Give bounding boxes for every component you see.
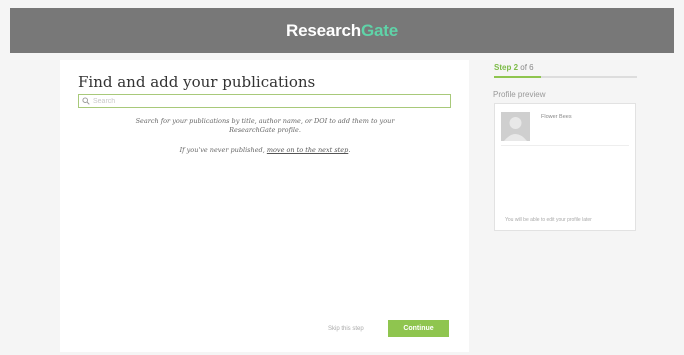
card-divider (501, 145, 629, 146)
help-line-2: ResearchGate profile. (229, 126, 301, 134)
profile-name: Flower Bees (541, 114, 572, 120)
step-label: Step (494, 63, 512, 72)
avatar (501, 112, 530, 141)
profile-preview-card: Flower Bees You will be able to edit you… (494, 103, 636, 231)
step-progress-fill (494, 76, 542, 78)
default-avatar-icon (501, 112, 530, 141)
step-progress-bar (494, 76, 637, 78)
search-icon (82, 97, 90, 105)
never-published-suffix: . (348, 146, 351, 154)
edit-later-note: You will be able to edit your profile la… (505, 217, 592, 223)
skip-step-link[interactable]: Skip this step (328, 326, 364, 332)
logo-text-research: Research (286, 20, 361, 40)
next-step-link[interactable]: move on to the next step (267, 146, 348, 154)
logo-text-gate: Gate (360, 20, 398, 40)
publications-panel: Find and add your publications Search fo… (60, 60, 469, 352)
never-published-prefix: If you've never published, (179, 146, 267, 154)
search-input[interactable] (90, 96, 433, 106)
step-current: 2 (513, 63, 519, 72)
search-field[interactable] (78, 94, 451, 108)
researchgate-logo[interactable]: ResearchGate (286, 21, 398, 41)
step-indicator: Step 2 of 6 (494, 63, 534, 72)
search-help-text: Search for your publications by title, a… (100, 117, 430, 135)
profile-preview-label: Profile preview (493, 90, 546, 99)
never-published-text: If you've never published, move on to th… (100, 146, 430, 154)
continue-button[interactable]: Continue (388, 320, 449, 337)
top-bar: ResearchGate (10, 8, 674, 53)
step-total: of 6 (520, 63, 534, 72)
help-line-1: Search for your publications by title, a… (135, 117, 395, 125)
page-title: Find and add your publications (78, 73, 316, 91)
